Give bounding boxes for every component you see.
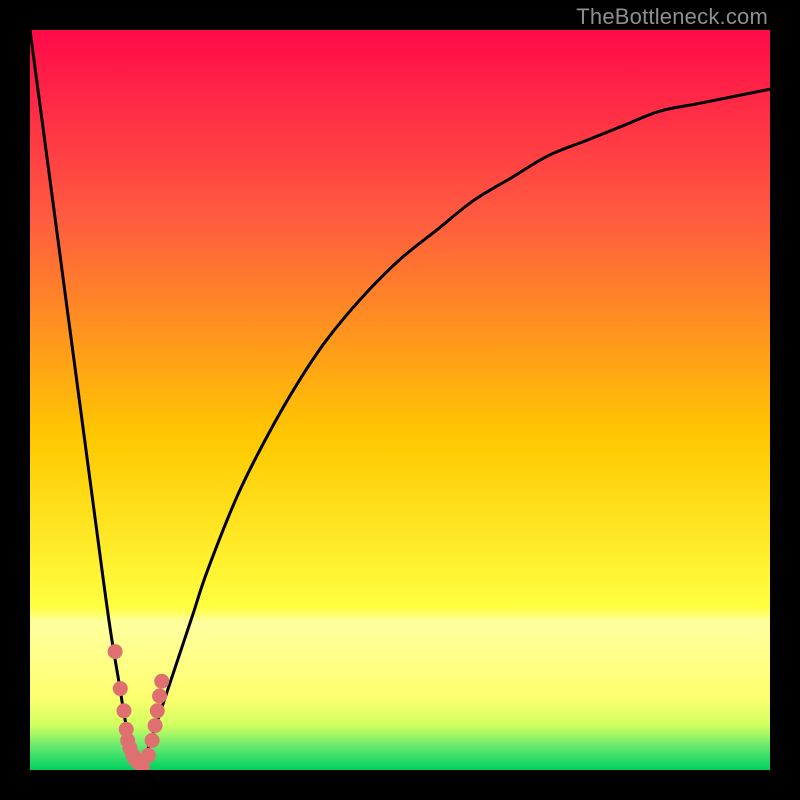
marker-dot xyxy=(141,748,156,763)
bottleneck-curve xyxy=(30,30,770,770)
watermark-text: TheBottleneck.com xyxy=(576,4,768,30)
plot-area xyxy=(30,30,770,770)
chart-frame: TheBottleneck.com xyxy=(0,0,800,800)
marker-dot xyxy=(152,689,167,704)
marker-dot xyxy=(113,681,128,696)
marker-dot xyxy=(150,703,165,718)
marker-dot xyxy=(116,703,131,718)
marker-dot xyxy=(148,718,163,733)
marker-dot xyxy=(108,644,123,659)
curve-layer xyxy=(30,30,770,770)
marker-dot xyxy=(145,733,160,748)
marker-dot xyxy=(154,674,169,689)
